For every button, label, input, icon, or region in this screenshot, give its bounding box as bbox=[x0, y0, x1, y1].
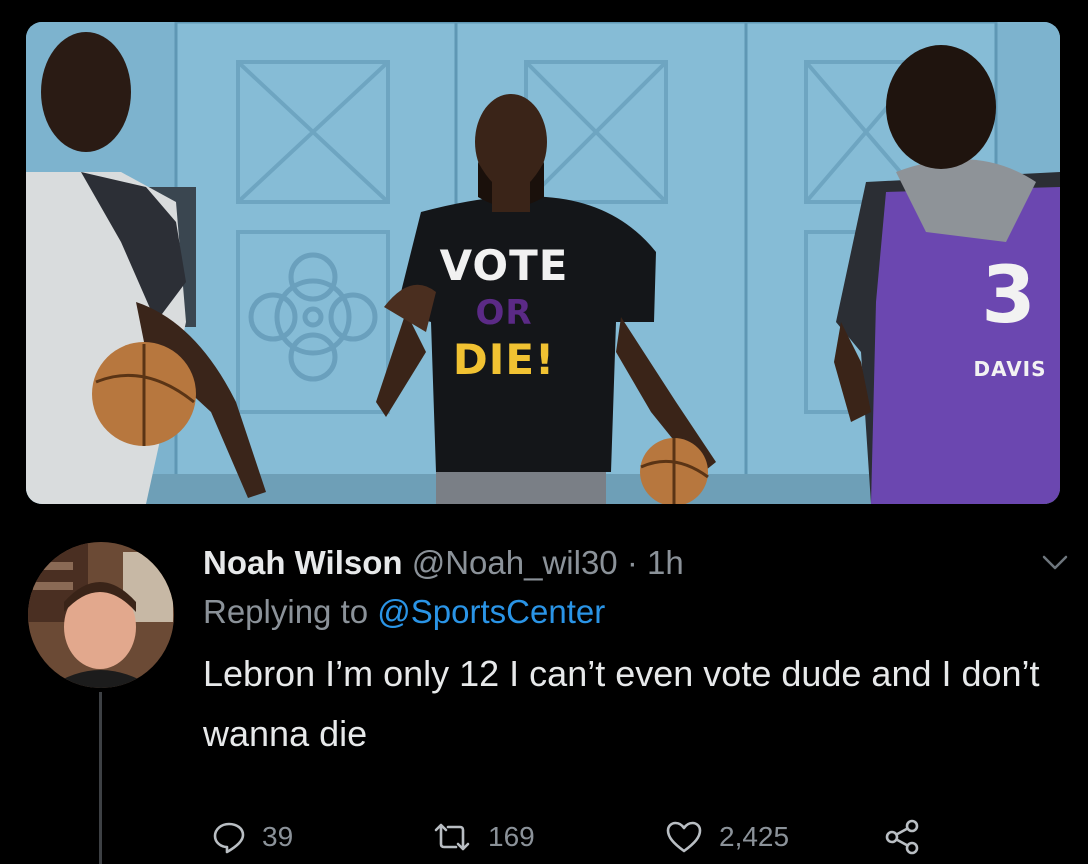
avatar-image bbox=[28, 542, 174, 688]
author-handle-time[interactable]: @Noah_wil30 · 1h bbox=[412, 544, 684, 581]
basketball-practice-image: VOTE OR DIE! 3 DAVIS bbox=[26, 22, 1060, 504]
retweet-button[interactable]: 169 bbox=[432, 812, 535, 862]
tweet-photo[interactable]: VOTE OR DIE! 3 DAVIS bbox=[26, 22, 1060, 504]
reply-count: 39 bbox=[262, 821, 294, 852]
heart-icon bbox=[666, 821, 702, 853]
reply-icon bbox=[213, 822, 245, 854]
tweet-text: Lebron I’m only 12 I can’t even vote dud… bbox=[203, 653, 1040, 754]
reply-button[interactable]: 39 bbox=[212, 812, 293, 862]
author-avatar[interactable] bbox=[28, 542, 174, 688]
chevron-down-icon[interactable] bbox=[1040, 552, 1070, 574]
retweet-count: 169 bbox=[488, 821, 535, 852]
tweet-actions: 39 169 2,425 bbox=[0, 812, 1088, 862]
like-button[interactable]: 2,425 bbox=[665, 812, 789, 862]
author-name[interactable]: Noah Wilson bbox=[203, 544, 403, 581]
retweet-icon bbox=[434, 823, 470, 851]
replying-handle-link[interactable]: @SportsCenter bbox=[377, 593, 605, 630]
tweet-body: Noah Wilson @Noah_wil30 · 1h Replying to… bbox=[203, 540, 1053, 764]
replying-prefix: Replying to bbox=[203, 593, 369, 630]
jersey-number: 3 bbox=[981, 251, 1036, 341]
jersey-name: DAVIS bbox=[973, 357, 1046, 381]
share-icon bbox=[885, 819, 919, 855]
replying-to: Replying to @SportsCenter bbox=[203, 586, 1053, 638]
like-count: 2,425 bbox=[719, 821, 790, 852]
tweet-header: Noah Wilson @Noah_wil30 · 1h bbox=[203, 540, 1053, 586]
shirt-text-die: DIE! bbox=[453, 335, 555, 384]
shirt-text-vote: VOTE bbox=[440, 241, 569, 290]
shirt-text-or: OR bbox=[475, 293, 532, 333]
share-button[interactable] bbox=[884, 812, 938, 862]
